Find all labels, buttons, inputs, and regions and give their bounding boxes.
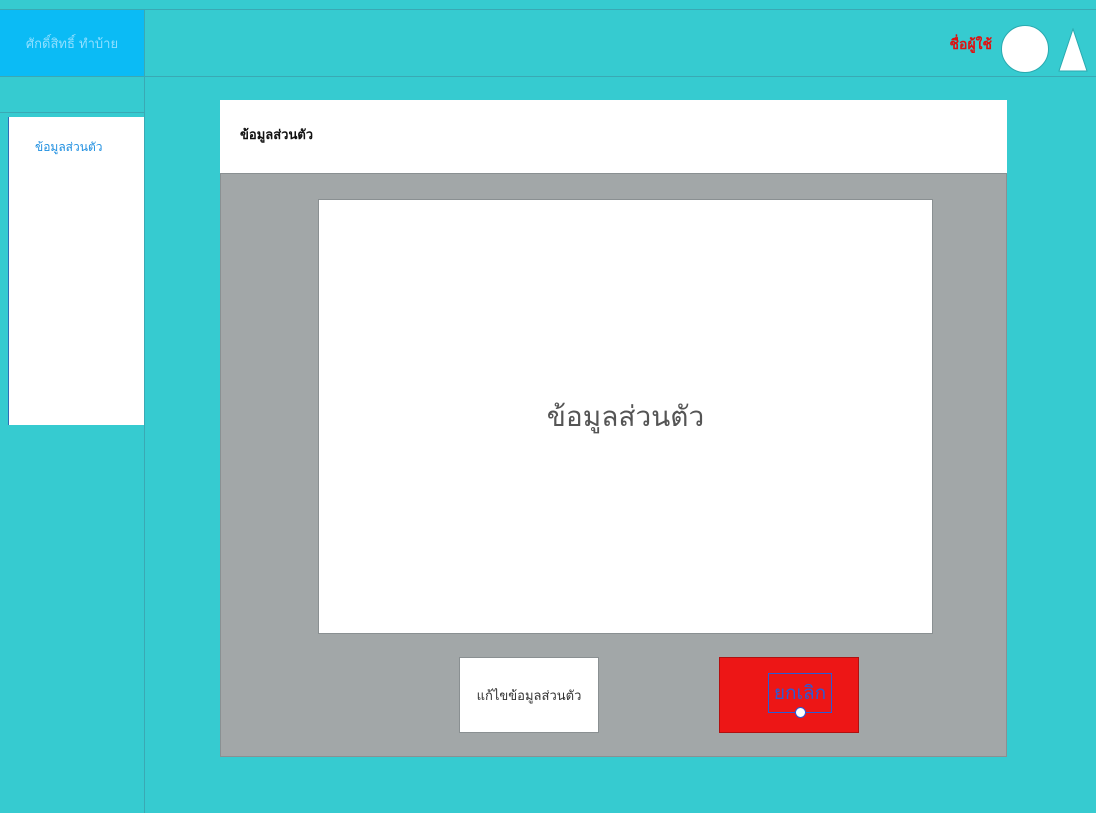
top-border [0,9,1096,10]
cursor-handle-icon [795,707,806,718]
edit-button-label: แก้ไขข้อมูลส่วนตัว [476,688,582,704]
triangle-menu-icon[interactable] [1058,27,1088,72]
personal-info-content: ข้อมูลส่วนตัว [318,199,933,634]
header-divider [0,76,1096,77]
edit-personal-info-button[interactable]: แก้ไขข้อมูลส่วนตัว [459,657,599,733]
avatar-circle-icon[interactable] [1001,25,1049,73]
sidebar-divider-horizontal [0,112,144,113]
username-label[interactable]: ชื่อผู้ใช้ [950,34,992,56]
brand-label: ศักดิ์สิทธิ์ ทำบ้าย [25,36,119,52]
brand-block[interactable]: ศักดิ์สิทธิ์ ทำบ้าย [0,10,145,76]
content-label: ข้อมูลส่วนตัว [546,399,705,433]
card-title: ข้อมูลส่วนตัว [240,128,314,143]
sidebar-item-personal-info[interactable]: ข้อมูลส่วนตัว [35,138,102,157]
sidebar-divider [144,76,145,813]
sidebar-panel [8,117,144,425]
card-header [220,100,1007,174]
